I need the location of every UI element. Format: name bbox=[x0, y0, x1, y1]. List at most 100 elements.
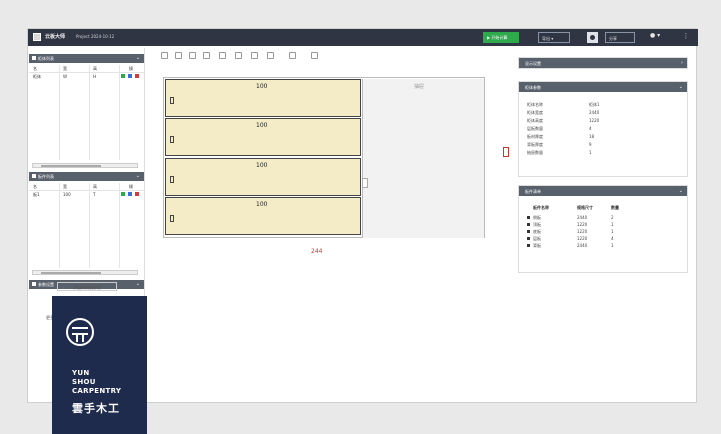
cabinet-list-header[interactable]: 柜体列表 ⌄ bbox=[29, 54, 144, 63]
more-menu-icon[interactable]: ⋮ bbox=[682, 32, 690, 43]
row-qty: 1 bbox=[611, 243, 614, 248]
bullet-icon bbox=[527, 230, 530, 233]
delete-icon[interactable] bbox=[135, 74, 139, 78]
prop-value[interactable]: 9 bbox=[589, 142, 592, 147]
home-icon[interactable] bbox=[161, 52, 168, 59]
cell-height[interactable]: H bbox=[93, 74, 96, 79]
chevron-right-icon[interactable]: › bbox=[681, 60, 683, 66]
row-name: 侧板 bbox=[533, 215, 541, 220]
prop-label: 板材厚度 bbox=[527, 134, 543, 139]
prop-label: 抽屉数量 bbox=[527, 150, 543, 155]
dimension-icon[interactable] bbox=[235, 52, 242, 59]
user-menu-button[interactable]: ● ▾ bbox=[650, 32, 668, 43]
table-row[interactable]: 板1 100 T bbox=[29, 191, 144, 198]
snapshot-icon[interactable] bbox=[289, 52, 296, 59]
copy-icon[interactable] bbox=[121, 74, 125, 78]
col-panel-name: 板件名称 bbox=[533, 205, 549, 210]
display-settings-title: 显示设置 bbox=[525, 61, 541, 66]
user-avatar-icon: ● bbox=[650, 32, 656, 39]
share-button[interactable]: 分享 bbox=[605, 32, 635, 43]
project-name[interactable]: Project 2024-10-12 bbox=[76, 34, 114, 39]
row-name: 层板 bbox=[533, 236, 541, 241]
view-icon[interactable] bbox=[267, 52, 274, 59]
chevron-down-icon[interactable]: ⌄ bbox=[136, 55, 140, 61]
brand-text-latin: YUN SHOU CARPENTRY bbox=[72, 369, 121, 396]
drawer-area[interactable]: 抽屉 bbox=[362, 79, 484, 238]
display-settings-header[interactable]: 显示设置 › bbox=[519, 58, 687, 68]
pan-icon[interactable] bbox=[219, 52, 226, 59]
cabinet-list-scrollbar[interactable] bbox=[32, 163, 138, 168]
row-qty: 1 bbox=[611, 229, 614, 234]
bullet-icon bbox=[527, 244, 530, 247]
panel-list-scrollbar[interactable] bbox=[32, 270, 138, 275]
row-size: 2440 bbox=[577, 243, 588, 248]
shelf-marker-icon bbox=[170, 176, 174, 183]
app-logo-icon bbox=[33, 33, 41, 41]
panel-bom-header[interactable]: 板件清单 ⌄ bbox=[519, 186, 687, 196]
fit-view-icon[interactable] bbox=[203, 52, 210, 59]
panel-bom-title: 板件清单 bbox=[525, 189, 541, 194]
prop-value[interactable]: 1220 bbox=[589, 118, 599, 123]
prop-value[interactable]: 柜体1 bbox=[589, 102, 600, 108]
shelf-marker-icon bbox=[170, 215, 174, 222]
cabinet-drawing[interactable]: 100 100 100 100 bbox=[165, 79, 361, 238]
edit-icon[interactable] bbox=[128, 74, 132, 78]
resize-handle[interactable] bbox=[362, 178, 368, 188]
row-name: 顶板 bbox=[533, 222, 541, 227]
row-size: 1220 bbox=[577, 236, 588, 241]
cabinet-params-header[interactable]: 柜体参数 ⌄ bbox=[519, 82, 687, 92]
shelf-2[interactable]: 100 bbox=[165, 118, 361, 156]
panel-list-header[interactable]: 板件列表 ⌄ bbox=[29, 172, 144, 181]
chevron-down-icon[interactable]: ⌄ bbox=[136, 281, 140, 287]
add-template-param-button[interactable]: 添加新模板参数 bbox=[57, 282, 117, 291]
zoom-out-icon[interactable] bbox=[189, 52, 196, 59]
prop-value[interactable]: 4 bbox=[589, 126, 592, 131]
rotate-icon[interactable] bbox=[251, 52, 258, 59]
copy-icon[interactable] bbox=[121, 192, 125, 196]
cell-width[interactable]: W bbox=[63, 74, 67, 79]
cell-height[interactable]: T bbox=[93, 192, 95, 197]
divider bbox=[119, 183, 120, 268]
brand-text-chinese: 雲手木工 bbox=[72, 402, 120, 415]
design-canvas[interactable]: 100 100 100 100 抽屉 bbox=[163, 77, 485, 238]
edit-icon[interactable] bbox=[128, 192, 132, 196]
prop-value[interactable]: 1 bbox=[589, 150, 592, 155]
zoom-in-icon[interactable] bbox=[175, 52, 182, 59]
row-name: 底板 bbox=[533, 229, 541, 234]
undo-icon[interactable] bbox=[311, 52, 318, 59]
row-size: 1220 bbox=[577, 222, 588, 227]
list-icon bbox=[32, 56, 36, 60]
table-row[interactable]: 柜体 W H bbox=[29, 73, 144, 80]
chevron-down-icon[interactable]: ⌄ bbox=[679, 84, 683, 90]
chevron-down-icon[interactable]: ⌄ bbox=[679, 188, 683, 194]
shelf-1[interactable]: 100 bbox=[165, 79, 361, 117]
panel-bom-card: 板件清单 ⌄ 板件名称 规格尺寸 数量 侧板 2440 2 顶板 1220 1 … bbox=[518, 185, 688, 273]
cabinet-list-columns: 名 宽 高 操 bbox=[29, 65, 144, 72]
bullet-icon bbox=[527, 237, 530, 240]
divider bbox=[89, 65, 90, 160]
brand-line-1: YUN bbox=[72, 369, 90, 377]
prop-value[interactable]: 18 bbox=[589, 134, 594, 139]
delete-icon[interactable] bbox=[135, 192, 139, 196]
cabinet-list-title: 柜体列表 bbox=[38, 56, 54, 61]
settings-gear-icon[interactable] bbox=[587, 32, 598, 43]
shelf-dimension: 100 bbox=[256, 201, 268, 208]
cell-name: 板1 bbox=[33, 192, 40, 197]
chevron-down-icon[interactable]: ⌄ bbox=[136, 173, 140, 179]
run-button[interactable]: ▶ 开始计算 bbox=[483, 32, 519, 43]
shelf-3[interactable]: 100 bbox=[165, 158, 361, 196]
cabinet-params-title: 柜体参数 bbox=[525, 85, 541, 90]
params-title: 参数设置 bbox=[38, 282, 54, 287]
export-button[interactable]: 导出 ▾ bbox=[538, 32, 570, 43]
panel-list-title: 板件列表 bbox=[38, 174, 54, 179]
top-bar: 云板大师 Project 2024-10-12 ▶ 开始计算 导出 ▾ 分享 ●… bbox=[28, 29, 698, 46]
divider bbox=[119, 65, 120, 160]
prop-value[interactable]: 2440 bbox=[589, 110, 599, 115]
cell-width[interactable]: 100 bbox=[63, 192, 71, 197]
brand-line-2: SHOU bbox=[72, 378, 96, 386]
divider bbox=[89, 183, 90, 268]
canvas-toolbar bbox=[161, 52, 351, 62]
shelf-4[interactable]: 100 bbox=[165, 197, 361, 235]
row-size: 2440 bbox=[577, 215, 588, 220]
row-qty: 4 bbox=[611, 236, 614, 241]
